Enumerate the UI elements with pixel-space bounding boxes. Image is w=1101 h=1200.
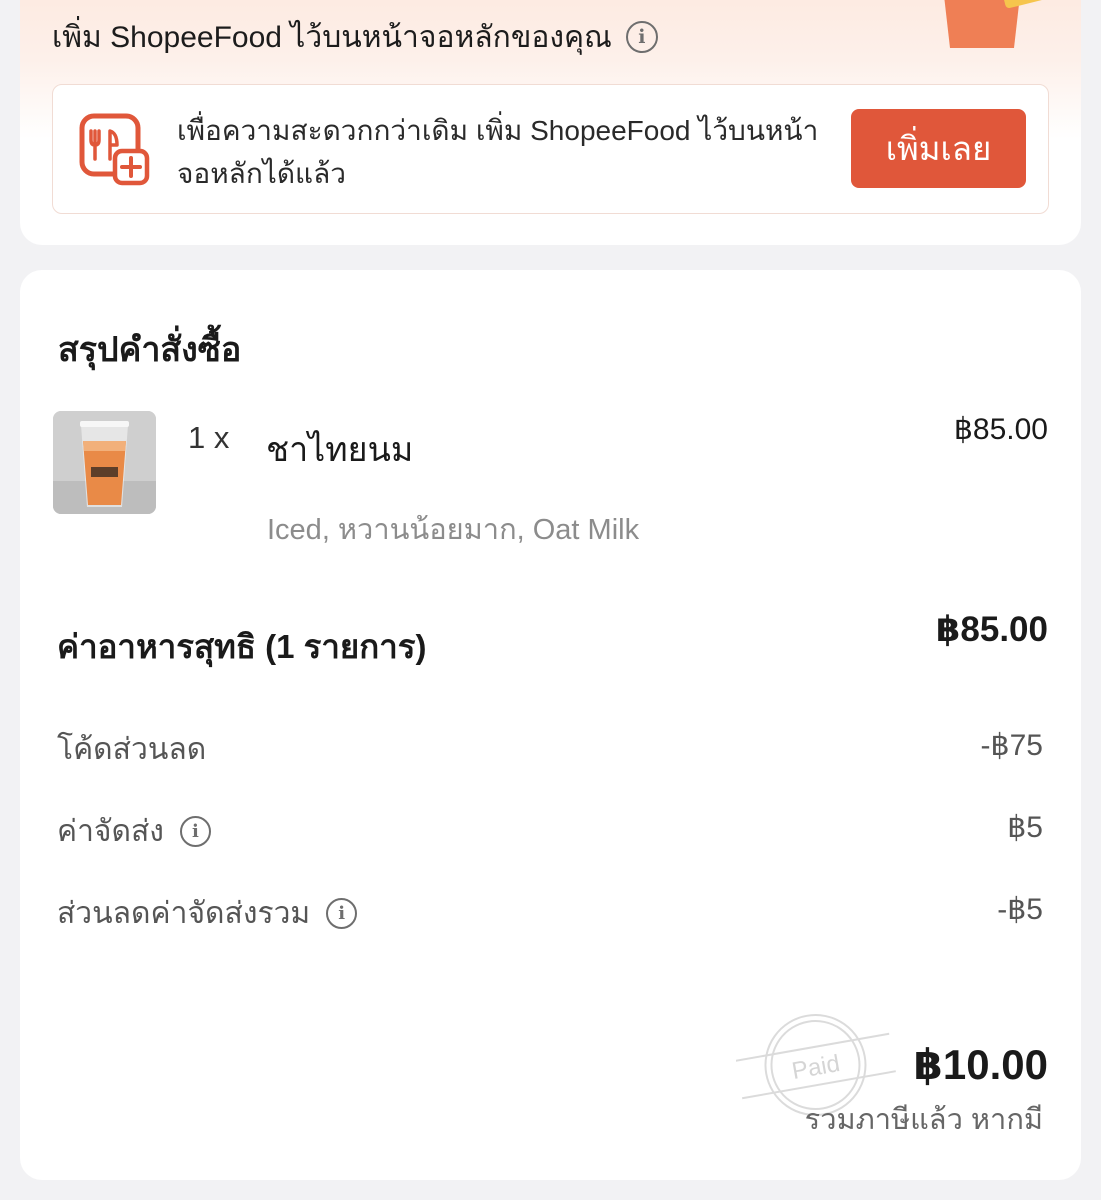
banner-title: เพิ่ม ShopeeFood ไว้บนหน้าจอหลักของคุณ: [52, 20, 612, 54]
delivery-discount-row: ส่วนลดค่าจัดส่งรวม i: [57, 890, 358, 937]
discount-code-row: โค้ดส่วนลด: [57, 726, 206, 773]
info-icon[interactable]: i: [625, 21, 658, 53]
delivery-fee-value: ฿5: [1007, 811, 1043, 844]
delivery-discount-info-icon[interactable]: i: [326, 898, 358, 929]
promo-description: เพื่อความสะดวกกว่าเดิม เพิ่ม ShopeeFood …: [177, 115, 819, 189]
subtotal-value: ฿85.00: [936, 610, 1048, 649]
discount-code-label: โค้ดส่วนลด: [57, 733, 207, 766]
item-options: Iced, หวานน้อยมาก, Oat Milk: [267, 514, 640, 546]
item-quantity: 1 x: [188, 420, 230, 455]
delivery-fee-row: ค่าจัดส่ง i: [57, 808, 211, 855]
order-summary-title: สรุปคำสั่งซื้อ: [58, 331, 242, 369]
paid-stamp-text: Paid: [790, 1050, 842, 1085]
add-to-home-promo: เพื่อความสะดวกกว่าเดิม เพิ่ม ShopeeFood …: [52, 84, 1049, 214]
delivery-fee-info-icon[interactable]: i: [179, 816, 211, 847]
add-now-button[interactable]: เพิ่มเลย: [851, 109, 1026, 188]
delivery-fee-label: ค่าจัดส่ง: [57, 815, 164, 848]
subtotal-label: ค่าอาหารสุทธิ (1 รายการ): [57, 628, 427, 665]
order-detail-page: % เพิ่ม ShopeeFood ไว้บนหน้าจอหลักของคุณ…: [0, 0, 1101, 1200]
order-summary-card: สรุปคำสั่งซื้อ 1 x ชาไทยนม ฿85.00 Iced, …: [20, 270, 1081, 1180]
item-name: ชาไทยนม: [266, 431, 414, 469]
delivery-discount-label: ส่วนลดค่าจัดส่งรวม: [57, 897, 311, 930]
drink-thumbnail-graphic: [53, 411, 156, 514]
thai-milk-tea-image: [53, 411, 156, 514]
total-value: ฿10.00: [913, 1041, 1048, 1088]
shopeefood-add-icon: [79, 113, 150, 186]
delivery-discount-value: -฿5: [997, 893, 1043, 926]
total-tax-note: รวมภาษีแล้ว หากมี: [804, 1104, 1043, 1136]
gift-box-icon: %: [944, 0, 1049, 48]
item-price: ฿85.00: [953, 413, 1048, 446]
banner-header: เพิ่ม ShopeeFood ไว้บนหน้าจอหลักของคุณ i: [52, 14, 658, 60]
discount-code-value: -฿75: [980, 729, 1043, 762]
